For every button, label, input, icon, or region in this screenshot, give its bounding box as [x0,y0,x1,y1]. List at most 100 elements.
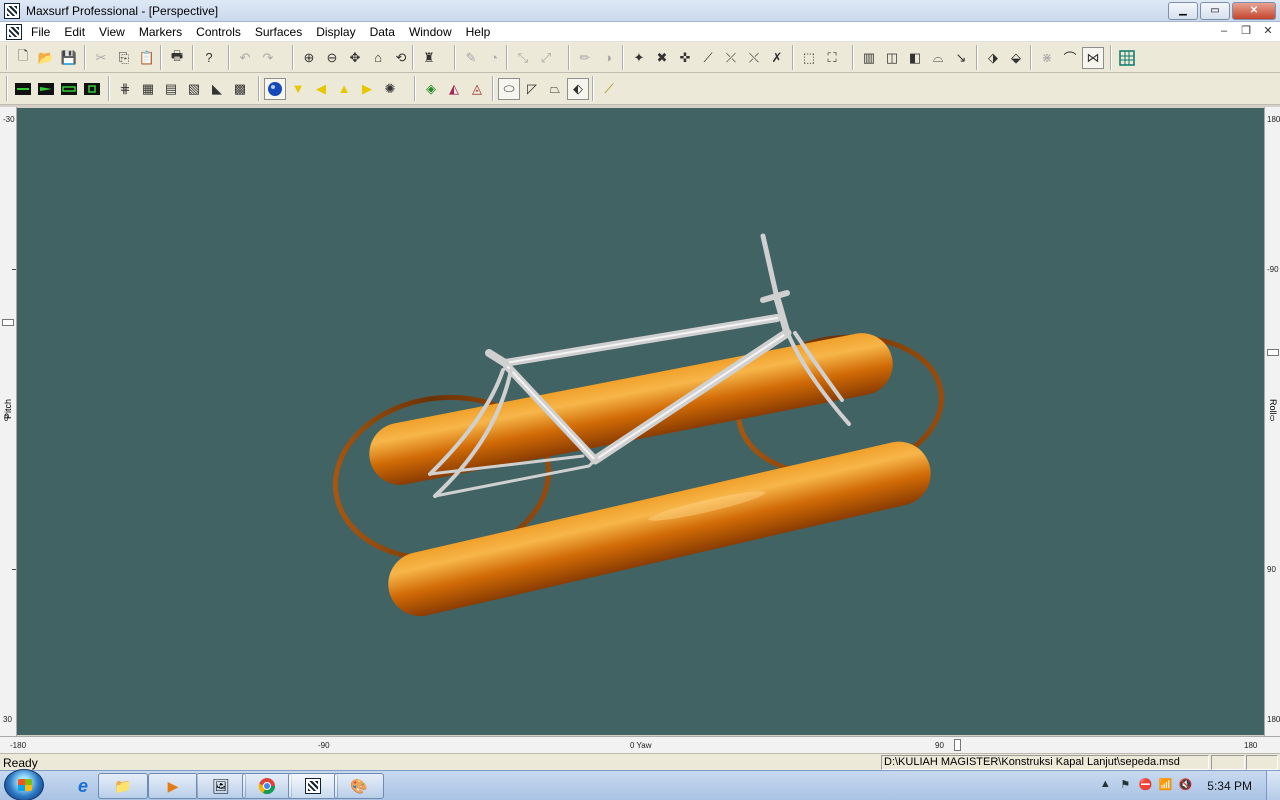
render-sphere-icon[interactable] [264,77,286,100]
spin-icon[interactable]: ◔ [483,47,505,69]
light-right-icon[interactable]: ▶ [356,78,378,100]
marker-cross-icon[interactable]: ✗ [766,47,788,69]
measure-icon[interactable]: ⟋ [598,78,620,100]
select-box-icon[interactable]: ⬚ [798,47,820,69]
roll-slider-thumb[interactable] [1267,349,1279,356]
media-player-icon[interactable]: ▶ [148,773,198,799]
document-minimize-button[interactable]: – [1216,24,1232,40]
assembly-tree-icon[interactable]: ♜ [418,47,440,69]
menu-file[interactable]: File [24,24,57,40]
surface-fit-icon[interactable]: ◫ [881,47,903,69]
menu-markers[interactable]: Markers [132,24,189,40]
body-plan-view-icon[interactable] [12,78,34,100]
new-file-icon[interactable]: 🗋 [12,47,34,69]
yaw-ruler[interactable]: -180 -90 0 Yaw 90 180 [0,736,1280,753]
clock[interactable]: 5:34 PM [1207,779,1252,793]
document-close-button[interactable]: ✕ [1260,24,1276,40]
hull-section-icon[interactable]: ◸ [521,78,543,100]
diagonals-icon[interactable]: ▧ [183,78,205,100]
menu-view[interactable]: View [92,24,132,40]
network-icon[interactable]: 📶 [1155,778,1175,794]
grid-icon[interactable] [1116,47,1138,69]
volume-icon[interactable]: 🔇 [1175,778,1195,794]
hull-transom-icon[interactable]: ⬖ [567,77,589,100]
perspective-viewport[interactable] [17,108,1264,735]
split-icon[interactable]: ⤢ [535,47,557,69]
perspective-view-icon[interactable] [81,78,103,100]
stations-icon[interactable]: ⋕ [114,78,136,100]
add-marker-icon[interactable]: ✦ [628,47,650,69]
show-hidden-icons-icon[interactable]: ▲ [1095,778,1115,794]
menu-surfaces[interactable]: Surfaces [248,24,309,40]
curvature-icon[interactable]: ◣ [206,78,228,100]
surface-hull-icon[interactable]: ⌓ [927,47,949,69]
light-up-icon[interactable]: ▲ [333,78,355,100]
surface-shade-icon[interactable]: ◭ [443,78,465,100]
undo-icon[interactable]: ↶ [234,47,256,69]
redo-icon[interactable]: ↷ [257,47,279,69]
home-view-icon[interactable]: ⌂ [367,47,389,69]
maxsurf-app-icon[interactable] [4,3,20,19]
waterlines-icon[interactable]: ▤ [160,78,182,100]
light-down-icon[interactable]: ▼ [287,78,309,100]
pan-icon[interactable]: ✥ [344,47,366,69]
marker-curve-icon[interactable]: ⤫ [720,47,742,69]
open-folder-icon[interactable]: 📂 [35,47,57,69]
menu-help[interactable]: Help [459,24,498,40]
hull-outline-icon[interactable]: ⬭ [498,77,520,100]
delete-marker-icon[interactable]: ✖ [651,47,673,69]
surface-cut-icon[interactable]: ↘ [950,47,972,69]
copy-icon[interactable]: ⎘ [113,47,135,69]
surface-props-icon[interactable]: ▥ [858,47,880,69]
select-region-icon[interactable]: ⛶ [821,47,843,69]
trim-icon[interactable]: ⤡ [512,47,534,69]
print-icon[interactable]: 🖶 [166,47,188,69]
marker-align-icon[interactable]: ✜ [674,47,696,69]
chrome-icon[interactable] [242,773,292,799]
zoom-in-icon[interactable]: ⊕ [298,47,320,69]
rotate-icon[interactable]: ⟲ [390,47,412,69]
close-button[interactable]: ✕ [1232,2,1276,20]
maximize-button[interactable]: ▭ [1200,2,1230,20]
show-desktop-button[interactable] [1266,771,1280,800]
roll-ruler[interactable]: 180 -90 0 90 180 Roll [1264,107,1280,736]
compact-icon[interactable]: ⬗ [982,47,1004,69]
profile-view-icon[interactable] [35,78,57,100]
menu-data[interactable]: Data [363,24,402,40]
security-icon[interactable]: ⛔ [1135,778,1155,794]
pitch-ruler[interactable]: -30 0 30 Pitch [0,107,17,736]
document-restore-button[interactable]: ❐ [1238,24,1254,40]
surface-edge-icon[interactable]: ◬ [466,78,488,100]
image-app-icon[interactable]: 🖼 [196,773,246,799]
net-icon[interactable]: ⋇ [1036,47,1058,69]
table-icon[interactable]: ▩ [229,78,251,100]
arc-icon[interactable]: ◑ [597,47,619,69]
expand-icon[interactable]: ⬙ [1005,47,1027,69]
maxsurf-taskbar-icon[interactable] [288,773,338,799]
menu-controls[interactable]: Controls [189,24,248,40]
surface-flip-icon[interactable]: ◧ [904,47,926,69]
menu-edit[interactable]: Edit [57,24,92,40]
save-icon[interactable]: 💾 [58,47,80,69]
document-icon[interactable] [6,24,22,40]
light-settings-icon[interactable]: ✺ [379,78,401,100]
plan-view-icon[interactable] [58,78,80,100]
help-icon[interactable]: ? [198,47,220,69]
marker-break-icon[interactable]: ⤬ [743,47,765,69]
net-active-icon[interactable]: ⋈ [1082,46,1104,69]
cut-icon[interactable]: ✂ [90,47,112,69]
paste-icon[interactable]: 📋 [136,47,158,69]
marker-line-icon[interactable]: ⟋ [697,47,719,69]
minimize-button[interactable]: ▁ [1168,2,1198,20]
zoom-out-icon[interactable]: ⊖ [321,47,343,69]
buttocks-icon[interactable]: ▦ [137,78,159,100]
hull-deck-icon[interactable]: ⏢ [544,78,566,100]
menu-window[interactable]: Window [402,24,459,40]
flag-icon[interactable]: ⚑ [1115,778,1135,794]
pencil-icon[interactable]: ✏ [574,47,596,69]
pitch-slider-thumb[interactable] [2,319,14,326]
brush-icon[interactable]: ✎ [460,47,482,69]
paint-app-icon[interactable]: 🎨 [334,773,384,799]
yaw-slider-thumb[interactable] [954,739,961,751]
start-button[interactable] [4,769,44,800]
